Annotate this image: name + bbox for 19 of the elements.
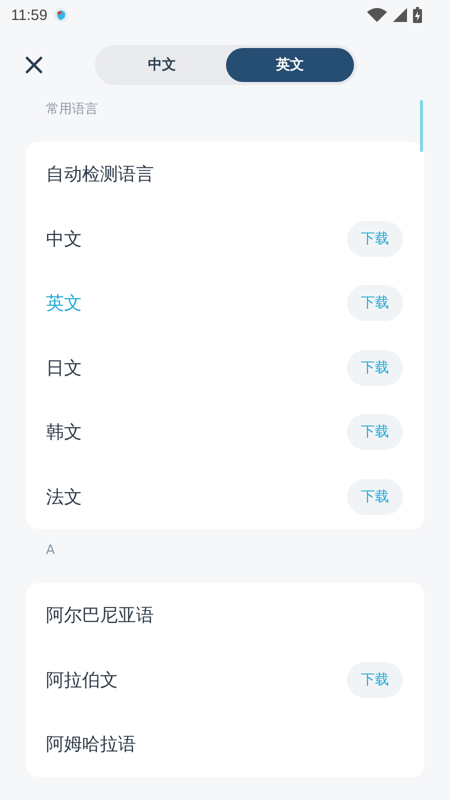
language-item[interactable]: 自动检测语言 [46,162,154,186]
language-item[interactable]: 阿姆哈拉语 [46,732,136,756]
signal-icon [393,8,407,22]
wifi-icon [367,8,387,22]
language-item[interactable]: 日文 [46,356,82,380]
section-title: 常用语言 [46,101,98,119]
scrollbar [420,100,423,152]
language-item[interactable]: 阿尔巴尼亚语 [46,603,154,628]
language-item[interactable]: 阿拉伯文 [46,668,118,692]
status-time: 11:59 [11,6,48,24]
section-title: A [46,542,55,560]
tab[interactable]: 英文 [226,48,354,82]
tab[interactable]: 中文 [98,48,226,82]
language-item[interactable]: 韩文 [46,420,82,444]
bird-icon [53,7,70,23]
language-item[interactable]: 法文 [46,484,82,509]
close-icon[interactable] [25,56,43,74]
language-item[interactable]: 中文 [46,226,82,251]
battery-icon [413,7,422,23]
